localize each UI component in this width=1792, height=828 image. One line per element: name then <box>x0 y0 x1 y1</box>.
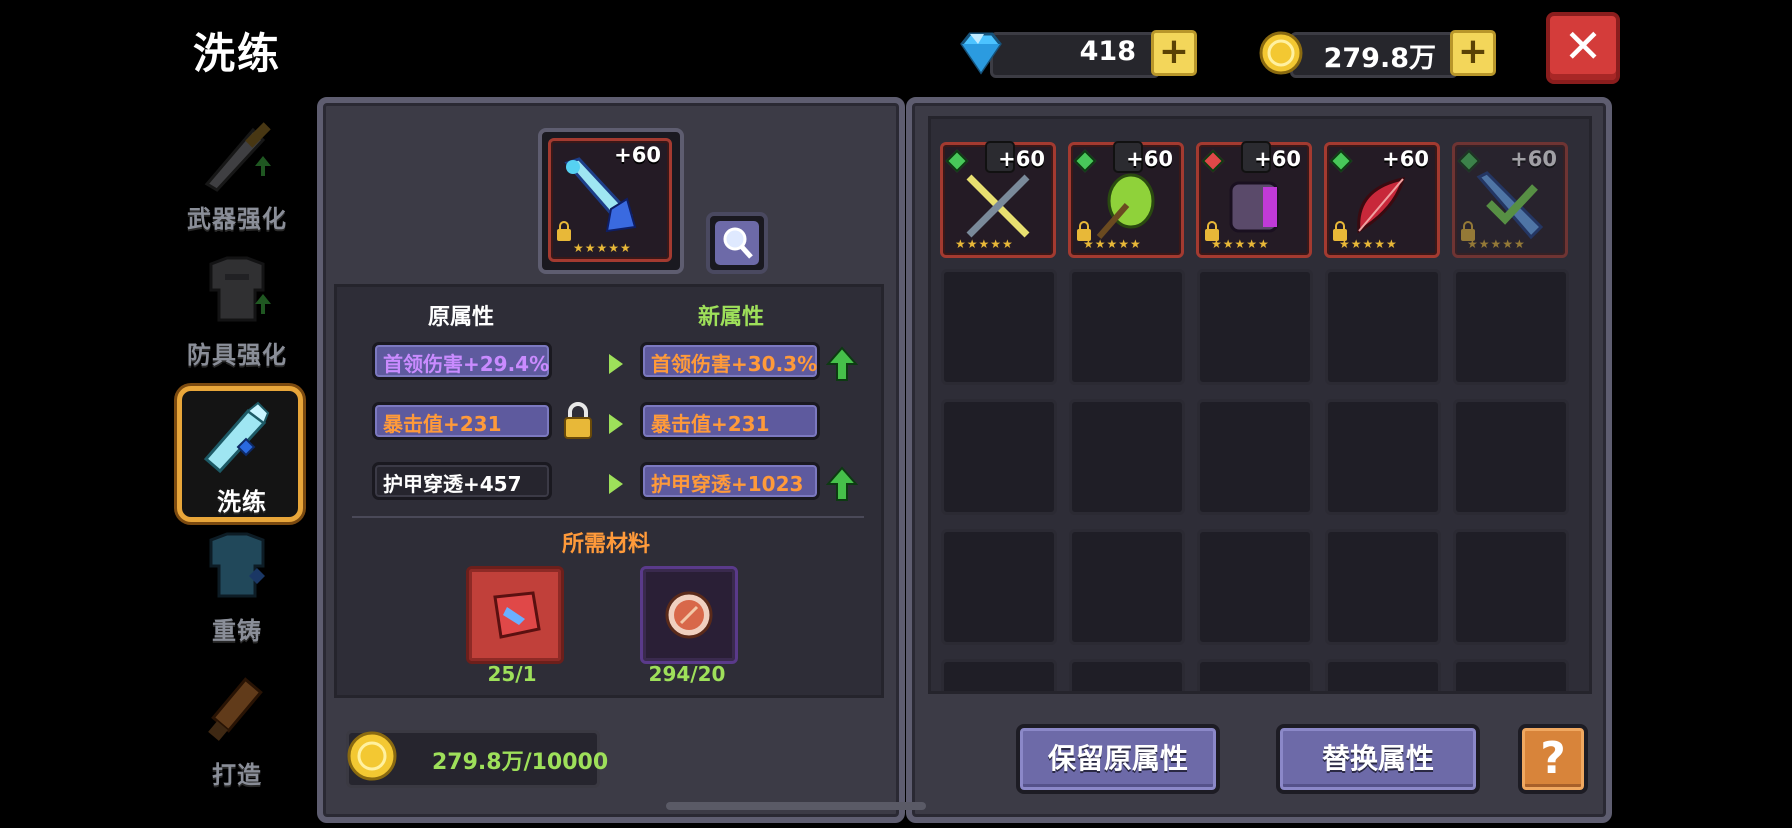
add-diamond-button[interactable]: + <box>1151 30 1197 76</box>
up-arrow-icon <box>825 466 859 502</box>
forge-hammer-icon <box>197 670 277 750</box>
materials-header: 所需材料 <box>561 532 650 557</box>
inventory-item[interactable]: +60 ★★★★★ <box>1068 141 1184 258</box>
item-stars: ★★★★★ <box>1211 237 1270 251</box>
inventory-item[interactable]: +60 ★★★★★ <box>1196 141 1312 258</box>
nav-item-armor-upgrade[interactable]: 防具强化 <box>177 244 297 370</box>
material-slot-2[interactable] <box>640 566 738 664</box>
arrow-icon <box>609 414 623 434</box>
material-count-2: 294/20 <box>648 662 726 686</box>
empty-slot[interactable] <box>1069 659 1185 691</box>
divider <box>352 516 864 518</box>
red-bow-icon <box>1345 169 1419 243</box>
diamond-value: 418 <box>1079 36 1136 67</box>
page-title: 洗练 <box>193 29 282 78</box>
empty-slot[interactable] <box>1197 399 1313 515</box>
home-indicator <box>666 802 926 810</box>
new-attr-2: 暴击值+231 <box>640 402 820 440</box>
empty-slot[interactable] <box>1325 529 1441 645</box>
item-level: +60 <box>998 147 1045 171</box>
inventory-item[interactable]: +60 ★★★★★ <box>940 141 1056 258</box>
close-button[interactable]: ✕ <box>1546 12 1620 84</box>
nav-label: 武器强化 <box>187 205 287 233</box>
empty-slot[interactable] <box>1197 269 1313 385</box>
empty-slot[interactable] <box>1453 659 1569 691</box>
empty-slot[interactable] <box>1453 269 1569 385</box>
empty-slot[interactable] <box>1197 529 1313 645</box>
gold-coin-icon <box>1256 28 1306 78</box>
item-stars: ★★★★★ <box>1339 237 1398 251</box>
gold-cost: 279.8万/10000 <box>432 750 609 775</box>
empty-slot[interactable] <box>941 399 1057 515</box>
lock-toggle[interactable] <box>562 402 594 440</box>
magnify-button[interactable] <box>706 212 768 274</box>
gold-coin-icon <box>344 728 400 784</box>
help-button[interactable]: ? <box>1518 724 1588 794</box>
material-count-1: 25/1 <box>487 662 537 686</box>
empty-slot[interactable] <box>1325 269 1441 385</box>
magnify-icon <box>715 221 759 265</box>
empty-slot[interactable] <box>1069 399 1185 515</box>
old-attr-3: 护甲穿透+457 <box>372 462 552 500</box>
purple-gauntlet-icon <box>1217 169 1291 243</box>
empty-slot[interactable] <box>1325 399 1441 515</box>
empty-slot[interactable] <box>1325 659 1441 691</box>
ice-sword-icon <box>561 155 641 235</box>
item-level: +60 <box>1382 147 1429 171</box>
nav-item-weapon-upgrade[interactable]: 武器强化 <box>177 108 297 234</box>
nav-item-forge[interactable]: 打造 <box>177 664 297 790</box>
empty-slot[interactable] <box>1453 399 1569 515</box>
armor-upgrade-icon <box>197 250 277 330</box>
nav-label: 防具强化 <box>187 341 287 369</box>
inventory-item[interactable]: +60 ★★★★★ <box>1324 142 1440 258</box>
replace-attributes-button[interactable]: 替换属性 <box>1276 724 1480 794</box>
item-stars: ★★★★★ <box>1467 237 1526 251</box>
nav-label: 打造 <box>212 761 262 789</box>
diamond-icon <box>956 28 1006 78</box>
item-level: +60 <box>614 143 661 167</box>
empty-slot[interactable] <box>1069 529 1185 645</box>
cross-swords-icon <box>961 169 1035 243</box>
refine-stone-icon <box>485 585 545 645</box>
green-axe-icon <box>1089 169 1163 243</box>
empty-slot[interactable] <box>1069 269 1185 385</box>
new-attr-3: 护甲穿透+1023 <box>640 462 820 500</box>
nav-label: 洗练 <box>217 488 267 516</box>
item-level: +60 <box>1126 147 1173 171</box>
refine-sword-icon <box>198 397 278 477</box>
arrow-icon <box>609 474 623 494</box>
sword-upgrade-icon <box>197 114 277 194</box>
nav-item-recast[interactable]: 重铸 <box>177 520 297 646</box>
item-stars: ★★★★★ <box>1083 237 1142 251</box>
new-attr-header: 新属性 <box>697 305 764 330</box>
old-attr-1: 首领伤害+29.4% <box>372 342 552 380</box>
nav-label: 重铸 <box>212 617 262 645</box>
empty-slot[interactable] <box>941 269 1057 385</box>
item-level: +60 <box>1510 147 1557 171</box>
old-attr-header: 原属性 <box>427 305 494 330</box>
material-slot-1[interactable] <box>466 566 564 664</box>
keep-original-button[interactable]: 保留原属性 <box>1016 724 1220 794</box>
empty-slot[interactable] <box>941 659 1057 691</box>
orb-icon <box>663 589 715 641</box>
add-gold-button[interactable]: + <box>1450 30 1496 76</box>
empty-slot[interactable] <box>1197 659 1313 691</box>
nav-item-refine[interactable]: 洗练 <box>177 386 303 522</box>
item-stars: ★★★★★ <box>573 241 632 255</box>
lock-icon <box>557 221 571 241</box>
empty-slot[interactable] <box>1453 529 1569 645</box>
selected-item: +60 ★★★★★ <box>548 138 672 262</box>
inventory-item-selected[interactable]: +60 ★★★★★ <box>1452 142 1568 258</box>
up-arrow-icon <box>825 346 859 382</box>
empty-slot[interactable] <box>941 529 1057 645</box>
item-level: +60 <box>1254 147 1301 171</box>
checkmark-icon <box>1485 181 1539 225</box>
arrow-icon <box>609 354 623 374</box>
old-attr-2: 暴击值+231 <box>372 402 552 440</box>
new-attr-1: 首领伤害+30.3% <box>640 342 820 380</box>
item-stars: ★★★★★ <box>955 237 1014 251</box>
recast-armor-icon <box>197 526 277 606</box>
gold-value: 279.8万 <box>1323 43 1436 74</box>
